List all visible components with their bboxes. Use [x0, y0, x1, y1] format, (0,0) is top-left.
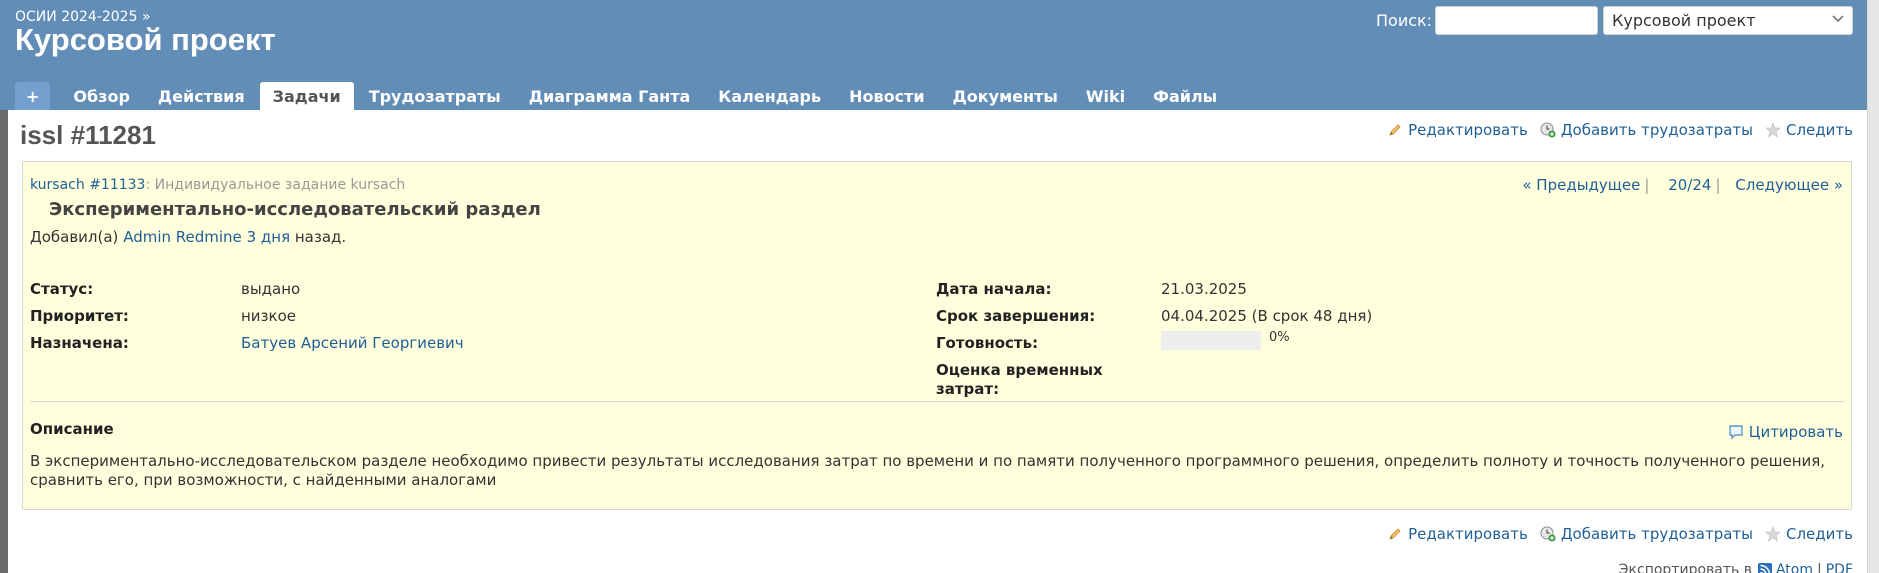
content: issl #11281 Редактировать Добавить трудо… [8, 110, 1867, 573]
due-date-label: Срок завершения: [936, 307, 1096, 325]
watch-label: Следить [1786, 525, 1853, 543]
project-jump-select[interactable]: Курсовой проект [1603, 6, 1853, 35]
tab-time-entries[interactable]: Трудозатраты [356, 82, 514, 110]
tab-documents[interactable]: Документы [940, 82, 1071, 110]
tab-activity[interactable]: Действия [145, 82, 258, 110]
feed-icon [1757, 563, 1772, 573]
divider [30, 401, 1844, 402]
tab-news[interactable]: Новости [836, 82, 937, 110]
estimated-time-label-2: затрат: [936, 380, 1000, 398]
parent-issue: kursach #11133: Индивидуальное задание k… [30, 177, 405, 193]
quote-link[interactable]: Цитировать [1728, 423, 1843, 441]
estimated-time-label-1: Оценка временных [936, 361, 1103, 379]
assignee-link[interactable]: Батуев Арсений Георгиевич [241, 334, 464, 352]
watch-link[interactable]: Следить [1765, 525, 1853, 543]
assigned-label: Назначена: [30, 334, 129, 352]
description-text: В экспериментально-исследовательском раз… [30, 452, 1840, 490]
age-link[interactable]: 3 дня [247, 228, 291, 246]
done-ratio-bar [1161, 331, 1261, 350]
tab-gantt[interactable]: Диаграмма Ганта [516, 82, 704, 110]
project-title: Курсовой проект [15, 22, 276, 57]
status-label: Статус: [30, 280, 94, 298]
tab-issues[interactable]: Задачи [259, 82, 354, 110]
chevron-down-icon [1832, 15, 1844, 23]
author-line: Добавил(а) Admin Redmine 3 дня назад. [30, 228, 346, 246]
contextual-actions-bottom: Редактировать Добавить трудозатраты След… [1375, 525, 1853, 543]
edit-link[interactable]: Редактировать [1387, 525, 1528, 543]
parent-issue-title: : Индивидуальное задание kursach [145, 177, 406, 193]
main-menu: + Обзор Действия Задачи Трудозатраты Диа… [15, 82, 1232, 110]
log-time-link[interactable]: Добавить трудозатраты [1540, 121, 1753, 139]
tab-calendar[interactable]: Календарь [705, 82, 834, 110]
header: ОСИИ 2024-2025 » Курсовой проект Поиск: … [0, 0, 1867, 110]
tab-wiki[interactable]: Wiki [1073, 82, 1138, 110]
left-edge [0, 110, 8, 573]
scrollbar[interactable] [1867, 0, 1879, 573]
pdf-export-link[interactable]: PDF [1826, 562, 1853, 573]
edit-label: Редактировать [1408, 525, 1528, 543]
priority-label: Приоритет: [30, 307, 129, 325]
clock-add-icon [1540, 526, 1556, 542]
parent-issue-link[interactable]: kursach #11133 [30, 177, 145, 193]
issue-details-box: kursach #11133: Индивидуальное задание k… [22, 161, 1852, 510]
start-date-label: Дата начала: [936, 280, 1052, 298]
search-label: Поиск: [1376, 11, 1433, 30]
new-object-tab[interactable]: + [15, 82, 51, 110]
priority-value: низкое [241, 307, 296, 325]
project-select-value: Курсовой проект [1612, 11, 1756, 30]
description-title: Описание [30, 420, 114, 438]
start-date-value: 21.03.2025 [1161, 280, 1247, 298]
next-issue-link[interactable]: Следующее » [1735, 176, 1843, 194]
edit-link[interactable]: Редактировать [1387, 121, 1528, 139]
ago-suffix: назад. [294, 228, 347, 246]
star-icon [1765, 526, 1781, 542]
page: ОСИИ 2024-2025 » Курсовой проект Поиск: … [0, 0, 1867, 573]
export-links: Экспортировать в Atom | PDF [1615, 562, 1853, 573]
added-by-prefix: Добавил(а) [30, 228, 119, 246]
watch-link[interactable]: Следить [1765, 121, 1853, 139]
pencil-icon [1389, 124, 1401, 136]
contextual-actions-top: Редактировать Добавить трудозатраты След… [1375, 121, 1853, 139]
log-time-label: Добавить трудозатраты [1560, 121, 1753, 139]
star-icon [1765, 122, 1781, 138]
issue-subject: Экспериментально-исследовательский разде… [49, 199, 541, 220]
description-line: В экспериментально-исследовательском раз… [30, 452, 1826, 470]
due-date-value: 04.04.2025 (В срок 48 дня) [1161, 307, 1373, 325]
tab-overview[interactable]: Обзор [60, 82, 143, 110]
quote-label: Цитировать [1748, 423, 1843, 441]
prev-next-nav: « Предыдущее | 20/24 | Следующее » [1522, 176, 1843, 194]
done-ratio-value: 0% [1269, 330, 1290, 345]
clock-add-icon [1540, 122, 1556, 138]
description-line: сравнить его, при возможности, с найденн… [30, 471, 497, 489]
search-input[interactable] [1435, 6, 1598, 35]
tab-files[interactable]: Файлы [1140, 82, 1230, 110]
pencil-icon [1389, 528, 1401, 540]
atom-export-link[interactable]: Atom [1776, 562, 1813, 573]
watch-label: Следить [1786, 121, 1853, 139]
status-value: выдано [241, 280, 301, 298]
issue-heading: issl #11281 [20, 120, 156, 150]
export-label: Экспортировать в [1618, 562, 1752, 573]
done-ratio-label: Готовность: [936, 334, 1039, 352]
log-time-link[interactable]: Добавить трудозатраты [1540, 525, 1753, 543]
previous-issue-link[interactable]: « Предыдущее [1522, 176, 1640, 194]
author-link[interactable]: Admin Redmine [123, 228, 242, 246]
log-time-label: Добавить трудозатраты [1560, 525, 1753, 543]
comment-icon [1729, 425, 1743, 440]
issue-position-link[interactable]: 20/24 [1668, 176, 1711, 194]
edit-label: Редактировать [1408, 121, 1528, 139]
